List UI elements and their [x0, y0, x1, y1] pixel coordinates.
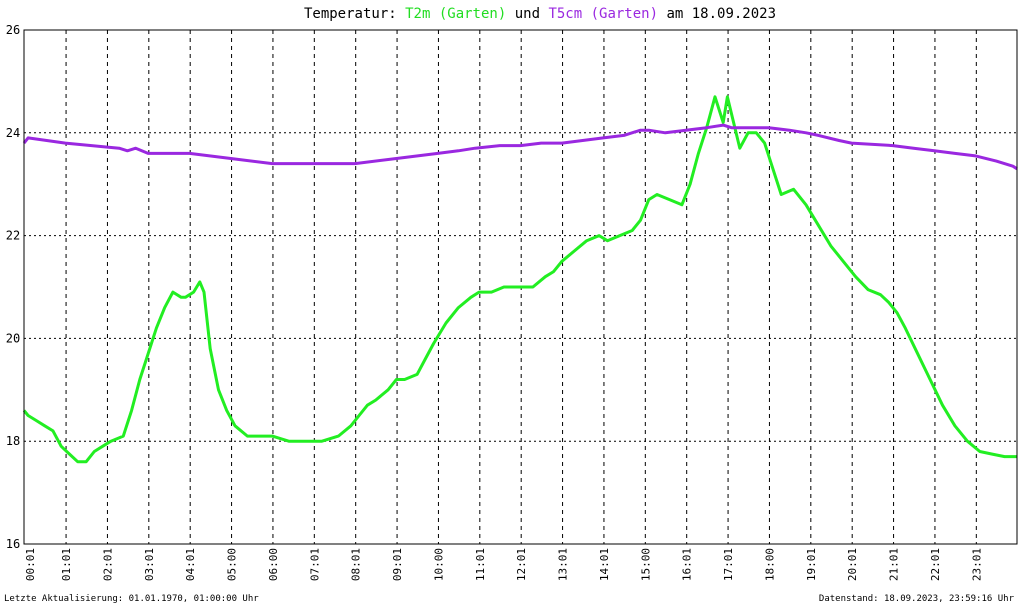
x-tick-label: 19:01: [805, 548, 818, 581]
x-tick-label: 10:00: [432, 548, 445, 581]
x-tick-label: 02:01: [101, 548, 114, 581]
x-tick-label: 03:01: [143, 548, 156, 581]
x-tick-label: 01:01: [60, 548, 73, 581]
x-tick-label: 13:01: [557, 548, 570, 581]
y-tick-label: 24: [6, 126, 20, 140]
y-tick-label: 18: [6, 434, 20, 448]
chart-title: Temperatur: T2m (Garten) und T5cm (Garte…: [304, 6, 776, 22]
x-tick-label: 00:01: [24, 548, 37, 581]
x-tick-label: 18:00: [763, 548, 776, 581]
y-tick-label: 20: [6, 331, 20, 345]
title-series-t5cm: T5cm (Garten): [548, 6, 658, 22]
y-tick-label: 26: [6, 23, 20, 37]
title-suffix: am 18.09.2023: [658, 6, 776, 22]
x-tick-label: 07:01: [308, 548, 321, 581]
x-tick-label: 20:01: [846, 548, 859, 581]
x-tick-label: 09:01: [391, 548, 404, 581]
x-tick-label: 23:01: [970, 548, 983, 581]
x-tick-label: 17:01: [722, 548, 735, 581]
temperature-chart: Temperatur: T2m (Garten) und T5cm (Garte…: [0, 0, 1020, 606]
x-tick-label: 22:01: [929, 548, 942, 581]
x-tick-label: 06:00: [267, 548, 280, 581]
y-tick-label: 22: [6, 229, 20, 243]
x-tick-label: 11:01: [474, 548, 487, 581]
x-tick-label: 12:01: [515, 548, 528, 581]
footer-right: Datenstand: 18.09.2023, 23:59:16 Uhr: [819, 594, 1015, 604]
footer-left: Letzte Aktualisierung: 01.01.1970, 01:00…: [4, 594, 259, 604]
x-tick-label: 08:01: [350, 548, 363, 581]
title-series-t2m: T2m (Garten): [405, 6, 506, 22]
x-tick-label: 05:00: [226, 548, 239, 581]
x-tick-label: 21:01: [888, 548, 901, 581]
y-tick-label: 16: [6, 537, 20, 551]
x-tick-label: 16:01: [681, 548, 694, 581]
x-tick-label: 14:01: [598, 548, 611, 581]
x-tick-label: 04:01: [184, 548, 197, 581]
x-tick-label: 15:00: [639, 548, 652, 581]
title-mid: und: [506, 6, 548, 22]
title-prefix: Temperatur:: [304, 6, 405, 22]
